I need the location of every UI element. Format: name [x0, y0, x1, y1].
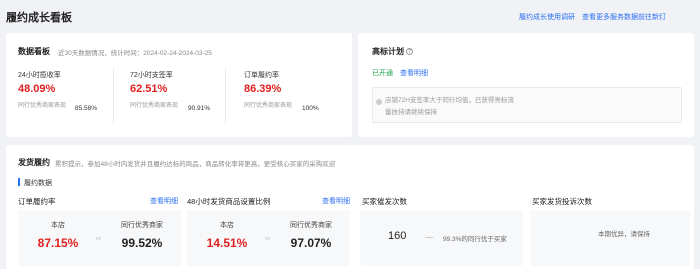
kpi-title-48h: 48小时发货商品设置比例 — [187, 197, 271, 206]
kpi-left-value: 87.15% — [37, 236, 79, 250]
benchmark-notice-line1: 店铺72H支签率大于同行均值，已获得亮标流 — [385, 97, 514, 104]
kpi-right-label: 同行优秀商家 — [290, 222, 332, 229]
metric-value-pickup: 48.09% — [18, 83, 56, 95]
kpi-left-label: 本店 — [220, 222, 234, 229]
metric-divider — [113, 68, 114, 123]
kpi-left-label: 本店 — [51, 222, 65, 229]
shipping-desc: 累积提示，参加48小时内发货并且履约达标的商品，商品转化率将更高，更受核心买家的… — [55, 161, 336, 168]
urge-compare: 99.3%的同行优于买家 — [443, 236, 507, 243]
kpi-title-fulfill: 订单履约率 — [18, 197, 56, 206]
more-data-link[interactable]: 查看更多服务数据前往新灯 — [582, 12, 666, 22]
metric-peer-value-sign: 90.91% — [188, 105, 211, 112]
kpi-right-value: 99.52% — [121, 236, 163, 250]
metric-label-pickup: 24小时揽收率 — [18, 72, 61, 79]
metric-peer-label-pickup: 同行优秀商家表现 — [18, 103, 67, 109]
metric-peer-label-sign: 同行优秀商家表现 — [130, 103, 179, 109]
benchmark-detail-link[interactable]: 查看明细 — [400, 68, 428, 78]
dashboard-title: 数据看板 — [18, 47, 50, 56]
metric-value-sign: 62.51% — [130, 83, 168, 95]
metric-value-fulfill: 86.39% — [244, 83, 282, 95]
kpi-vs: vs — [96, 236, 101, 242]
help-icon[interactable]: ? — [406, 48, 413, 56]
kpi-title-complaint: 买家发货投诉次数 — [532, 197, 592, 206]
urge-count: 160 — [388, 230, 407, 242]
metric-label-sign: 72小时支签率 — [130, 72, 173, 79]
metric-peer-value-pickup: 85.58% — [75, 105, 98, 112]
benchmark-status: 已开通 — [372, 70, 393, 77]
kpi-vs: vs — [265, 236, 270, 242]
metric-label-fulfill: 订单履约率 — [244, 72, 279, 79]
kpi-left-value: 14.51% — [206, 236, 248, 250]
benchmark-notice — [372, 87, 682, 123]
tab-indicator — [18, 178, 20, 186]
metric-peer-value-fulfill: 100% — [302, 105, 319, 112]
info-icon — [376, 99, 382, 105]
complaint-text: 本期优异，请保持 — [598, 231, 650, 238]
dashboard-subtitle: 近30天数据情况，统计时间：2024-02-24-2024-03-25 — [58, 50, 212, 57]
survey-link[interactable]: 履约成长使用调研 — [519, 12, 575, 22]
tab-fulfillment-data[interactable]: 履约数据 — [24, 178, 52, 188]
page-title: 履约成长看板 — [6, 12, 72, 24]
urge-divider — [425, 237, 433, 238]
kpi-detail-link-fulfill[interactable]: 查看明细 — [150, 196, 178, 206]
shipping-title: 发货履约 — [18, 158, 50, 167]
metric-peer-label-fulfill: 同行优秀商家表现 — [244, 103, 293, 109]
benchmark-notice-line2: 量扶持请继续保持 — [385, 109, 437, 116]
kpi-right-value: 97.07% — [290, 236, 332, 250]
benchmark-title: 高标计划? — [372, 47, 413, 56]
kpi-detail-link-48h[interactable]: 查看明细 — [322, 196, 350, 206]
complaint-box — [530, 210, 690, 266]
kpi-title-urge: 买家催发次数 — [362, 197, 407, 206]
metric-divider — [225, 68, 226, 123]
kpi-right-label: 同行优秀商家 — [121, 222, 163, 229]
